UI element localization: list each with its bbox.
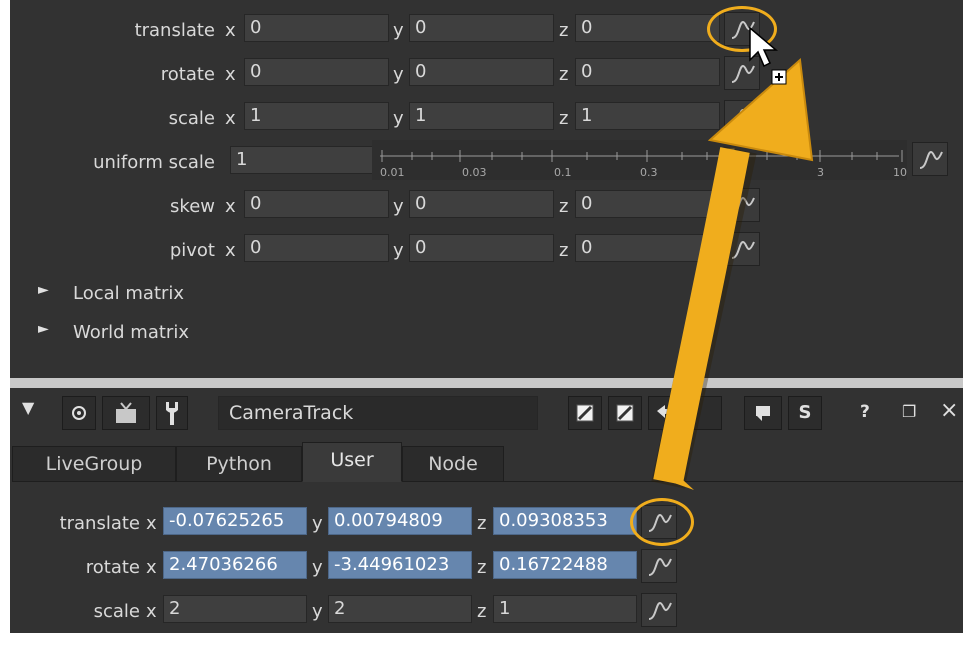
drag-arrow-icon <box>651 57 814 490</box>
mouse-cursor-icon <box>749 26 787 85</box>
